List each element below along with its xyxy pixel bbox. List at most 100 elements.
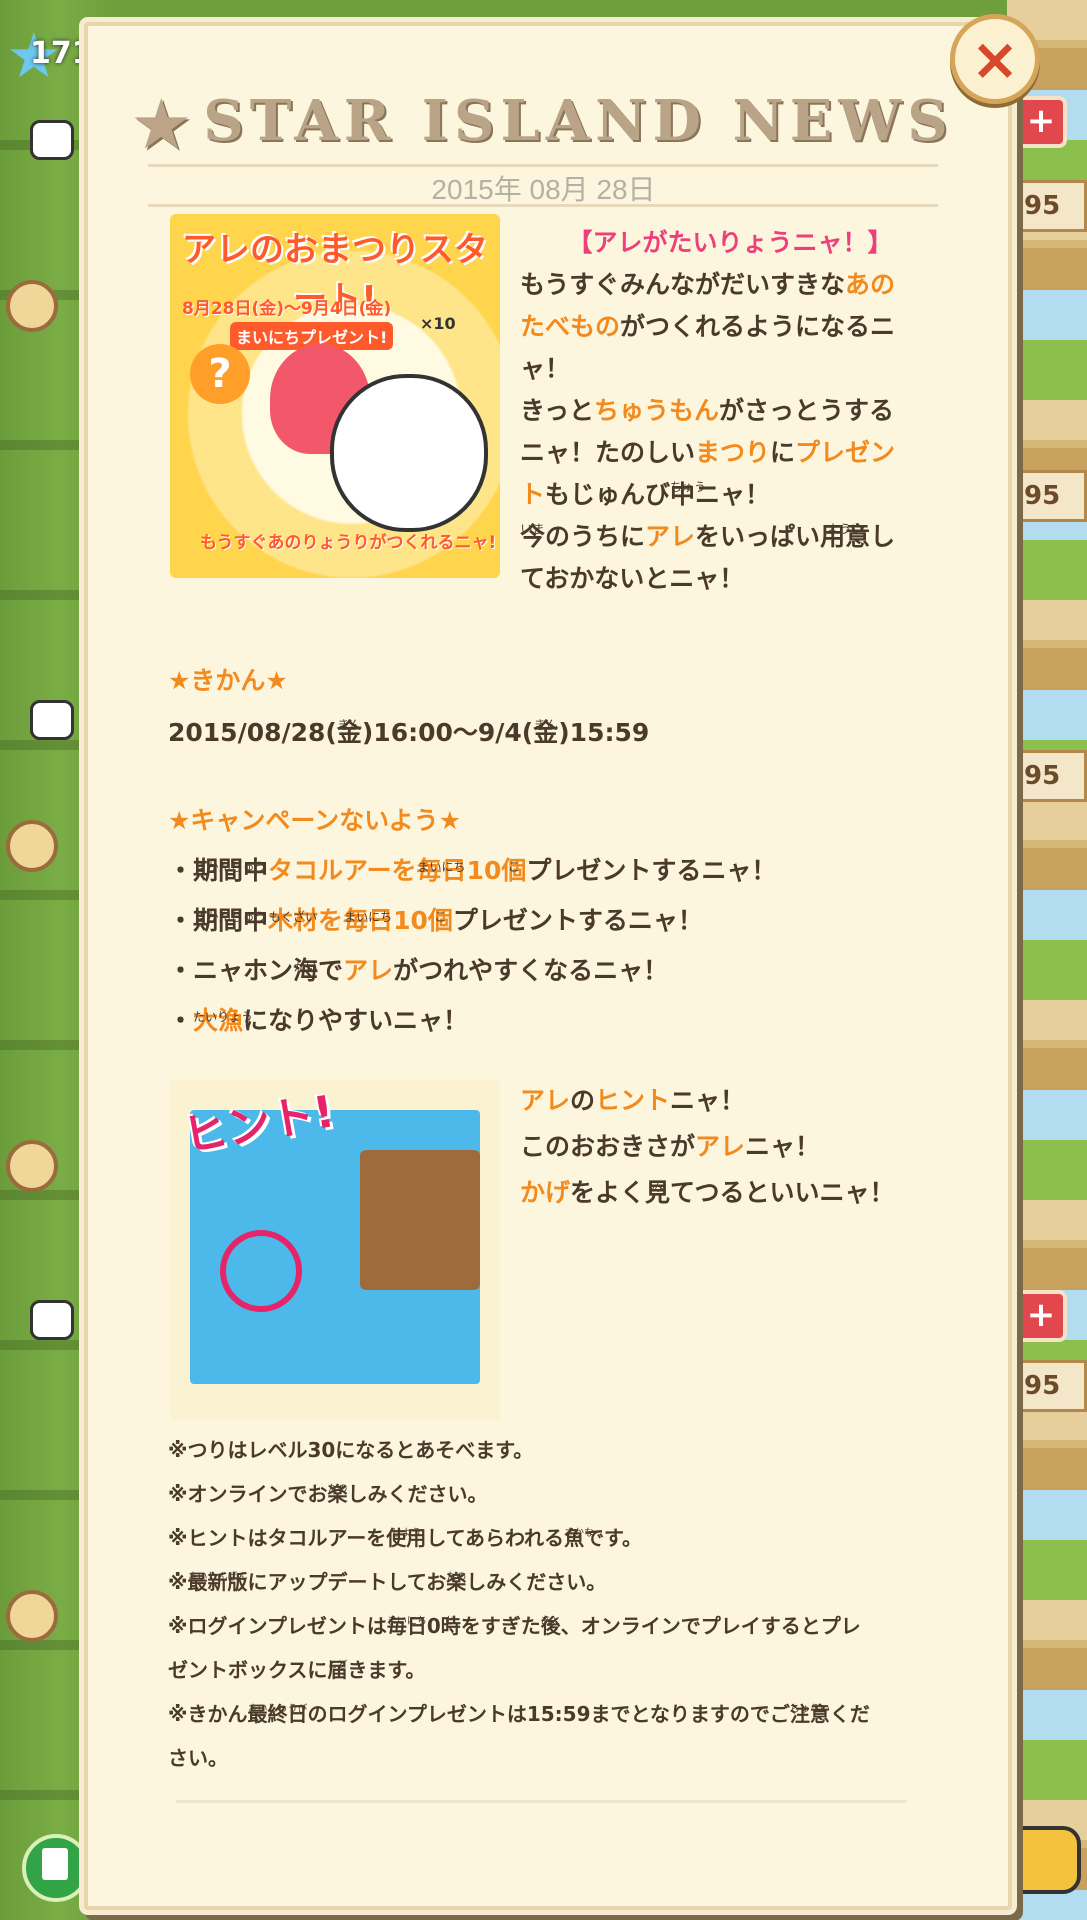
campaign-highlight: を [318, 906, 344, 935]
note-line: ※つりはレベル30になるとあそべます。 [168, 1438, 534, 1462]
hint-line: このおおきさが [520, 1132, 696, 1161]
note-text: ゼントボックスに [168, 1658, 328, 1682]
ruby-word: たの楽 [327, 1482, 347, 1506]
intro-highlight: まつり [695, 438, 771, 467]
festival-banner-period: 8月28日(金)〜9月4日(金) [182, 299, 392, 319]
ruby-word: きん金 [337, 718, 362, 747]
note-text: ※きかん [168, 1702, 248, 1726]
background-badge: 95 [1015, 470, 1087, 522]
festival-banner-title: アレのおまつりスタート! [182, 230, 488, 319]
ruby-word: さいしんばん 最新版 [187, 1570, 247, 1594]
intro-line: ニャ！たのしい [520, 438, 696, 467]
hint-highlight: かげ [520, 1178, 571, 1207]
ruby-text: さいしんばん [187, 1572, 248, 1583]
campaign-highlight: アレ [343, 956, 394, 985]
ruby-text: たの [446, 1572, 467, 1583]
background-crate-icon [6, 820, 58, 872]
ruby-text: ちゅうい [789, 1704, 830, 1715]
note-text: しみください。 [347, 1482, 488, 1506]
ruby-text: こ [434, 910, 447, 924]
ruby-text: かい [293, 960, 318, 974]
bottom-divider [176, 1800, 906, 1803]
cat-menu-button[interactable] [1003, 1826, 1081, 1894]
ruby-word: しよう 使用 [386, 1526, 426, 1550]
shadow-circle-highlight [220, 1230, 302, 1312]
bullet: ・ [168, 956, 194, 985]
ruby-text: まいにち [417, 860, 466, 874]
ruby-text: たいりょう [193, 1010, 254, 1024]
note-text: くだ [829, 1702, 870, 1726]
note-text: をすぎた [460, 1614, 541, 1638]
campaign-text: になりやすいニャ！ [243, 1006, 469, 1035]
ruby-text: み [651, 1180, 664, 1194]
intro-highlight: ト [520, 480, 546, 509]
bullet: ・ [168, 906, 194, 935]
intro-line: し [870, 522, 896, 551]
note-line: さい。 [168, 1746, 228, 1770]
ruby-text: じ [445, 1616, 456, 1627]
note-text: ※ [168, 1570, 188, 1594]
background-crate-icon [6, 1140, 58, 1192]
intro-highlight: あの [845, 270, 896, 299]
intro-line: に [770, 438, 796, 467]
ruby-word: たの楽 [446, 1570, 466, 1594]
intro-line: きっと [520, 396, 595, 425]
ruby-word: きかんちゅう 期間中 [193, 856, 268, 885]
ruby-word: まいにち 毎日 [343, 906, 393, 935]
campaign-heading: ★キャンペーンないよう★ [168, 806, 462, 835]
intro-line: がさっとうする [719, 396, 895, 425]
background-badge: 95 [1015, 1360, 1087, 1412]
intro-line: がつくれるようになるニ [620, 312, 896, 341]
note-text: しみください。 [466, 1570, 607, 1594]
intro-line: をいっぱい [695, 522, 821, 551]
ruby-text: さかな [564, 1528, 595, 1539]
cat-chef-illustration [330, 374, 488, 532]
ruby-word: たいりょう 大漁 [193, 1006, 253, 1035]
checklist-button[interactable] [22, 1834, 90, 1902]
ruby-text: とど [327, 1660, 348, 1671]
bullet: ・ [168, 1006, 194, 1035]
ruby-text: ようい [827, 522, 864, 536]
ruby-text: きん [533, 718, 558, 732]
note-text: ※ログインプレゼントは [168, 1614, 387, 1638]
ruby-text: きかんちゅう [194, 910, 267, 924]
intro-highlight: たべもの [520, 312, 621, 341]
note-line: ※きかん さいしゅうび 最終日のログインプレゼントは15:59までとなりますのでごち… [168, 1692, 928, 1736]
intro-line: もじゅんび [545, 480, 671, 509]
campaign-highlight: タコルアーを [268, 856, 417, 885]
period-section: ★きかん★ 2015/08/28(きん 金)16:00〜9/4(きん 金)15:59 [168, 660, 928, 754]
hint-line: をよく [570, 1178, 646, 1207]
hint-line: の [570, 1086, 596, 1115]
background-cat-icon [30, 1300, 74, 1340]
note-line: ※オンラインでお たの 楽しみください。 [168, 1472, 928, 1516]
campaign-text: ニャホン [193, 956, 294, 985]
period-value: 2015/08/28( [168, 718, 337, 747]
ruby-text: まいにち [344, 910, 393, 924]
intro-line: ャ！ [520, 354, 571, 383]
ruby-text: たの [327, 1484, 348, 1495]
ruby-word: まいにち 毎日 [417, 856, 467, 885]
period-value: )15:59 [558, 718, 650, 747]
note-text: 、オンラインでプレイするとプレ [560, 1614, 861, 1638]
ruby-text: あと [540, 1616, 561, 1627]
close-button[interactable]: × [950, 14, 1040, 104]
hint-image: ヒント! [170, 1080, 500, 1420]
note-line: ゼントボックスに とど 届きます。 [168, 1648, 928, 1692]
ruby-word: ちゅうい 注意 [790, 1702, 830, 1726]
pier-illustration [360, 1150, 480, 1290]
ruby-word: もくざい 木材 [268, 906, 318, 935]
background-crate-icon [6, 1590, 58, 1642]
note-text: ※ヒントはタコルアーを [168, 1526, 387, 1550]
festival-banner-caption: もうすぐあのりょうりがつくれるニャ! [200, 533, 497, 553]
ruby-word: こ個 [501, 856, 526, 885]
intro-line: ニャ！ [695, 480, 771, 509]
ruby-word: こ個 [428, 906, 453, 935]
note-text: 0 [426, 1614, 441, 1638]
intro-heading: 【アレがたいりょうニャ！】 [567, 228, 893, 257]
ruby-word: きかんちゅう 期間中 [193, 906, 268, 935]
campaign-item: ・ニャホン かい 海でアレがつれやすくなるニャ！ [168, 946, 928, 996]
ruby-text: いま [520, 522, 545, 536]
note-text: してあらわれる [426, 1526, 565, 1550]
ruby-word: ようい 用意 [820, 522, 870, 551]
ruby-word: いま今 [520, 522, 545, 551]
